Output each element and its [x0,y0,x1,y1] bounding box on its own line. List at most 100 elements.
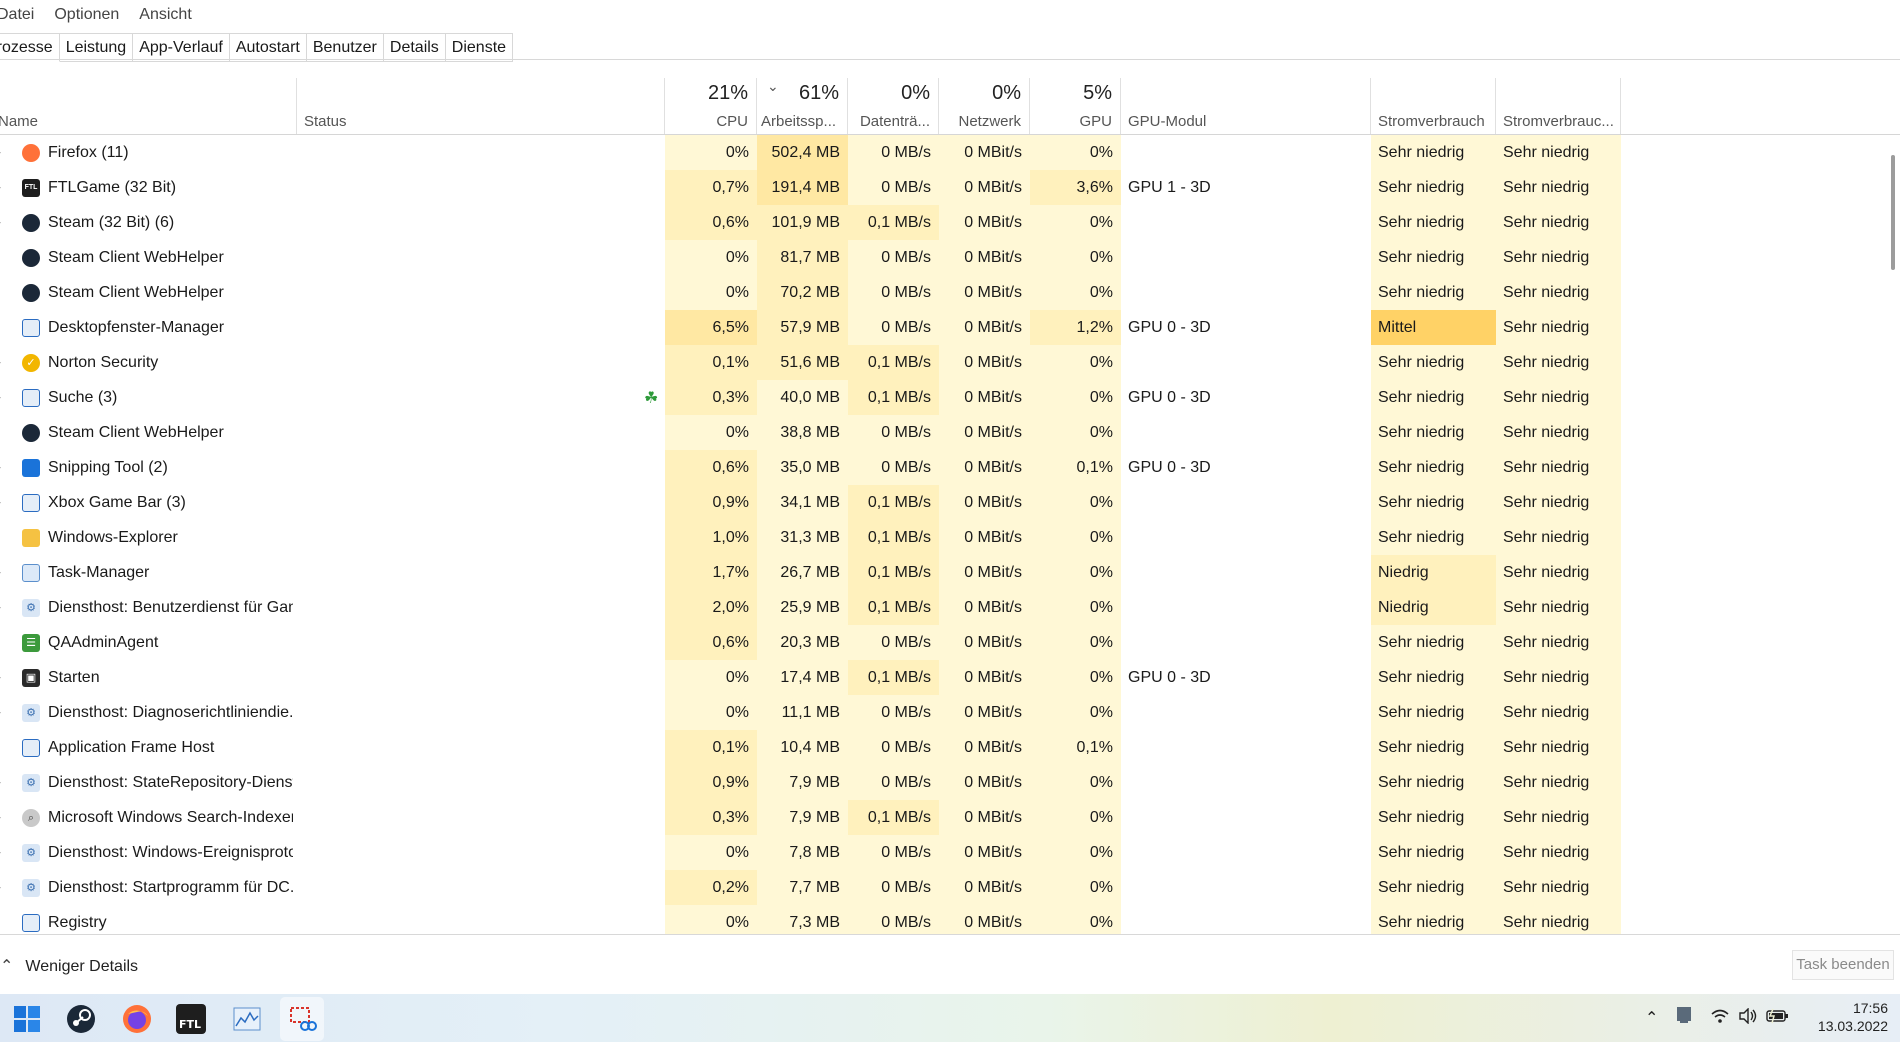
process-row[interactable]: › Task-Manager 1,7%26,7 MB0,1 MB/s0 MBit/s… [0,555,1621,590]
power-cell: Sehr niedrig [1371,625,1496,660]
process-row[interactable]: ›Steam (32 Bit) (6)0,6%101,9 MB0,1 MB/s0… [0,205,1621,240]
gpu-engine-cell [1121,485,1371,520]
process-row[interactable]: › ⚙ Diensthost: Benutzerdienst für Gam... 2… [0,590,1621,625]
tab-leistung[interactable]: Leistung [59,33,134,62]
tab-app-verlauf[interactable]: App-Verlauf [133,33,230,62]
col-power[interactable]: Stromverbrauch [1371,78,1496,134]
expand-chevron-icon[interactable]: › [0,135,9,170]
power-trend-cell: Sehr niedrig [1496,485,1621,520]
process-row[interactable]: › Xbox Game Bar (3) 0,9%34,1 MB0,1 MB/s0 M… [0,485,1621,520]
end-task-button[interactable]: Task beenden [1792,950,1894,980]
process-name: Starten [48,669,100,686]
expand-chevron-icon[interactable]: › [0,485,9,520]
expand-chevron-icon[interactable]: › [0,450,9,485]
snipping-tool-taskbar-icon[interactable] [287,1004,317,1034]
menu-datei[interactable]: Datei [0,6,34,24]
process-row[interactable]: › Suche (3) ☘ 0,3%40,0 MB0,1 MB/s0 MBit/s0%… [0,380,1621,415]
power-trend-cell: Sehr niedrig [1496,765,1621,800]
tab-prozesse[interactable]: Prozesse [0,33,60,62]
steam-taskbar-icon[interactable] [66,1004,96,1034]
network-cell: 0 MBit/s [939,765,1030,800]
firefox-icon [22,144,40,162]
process-name: Diensthost: Benutzerdienst für Gam... [48,599,293,616]
battery-charging-icon[interactable] [1766,1008,1790,1029]
col-power-trend[interactable]: Stromverbrauc... [1496,78,1621,134]
fewer-details-button[interactable]: ⌃ Weniger Details [0,956,138,976]
power-trend-cell: Sehr niedrig [1496,170,1621,205]
ftl-taskbar-icon[interactable]: FTL [176,1004,206,1034]
expand-chevron-icon[interactable]: › [0,765,9,800]
memory-cell: 26,7 MB [757,555,848,590]
process-row[interactable]: Application Frame Host 0,1% 10,4 MB 0 MB/s 0… [0,730,1621,765]
menu-optionen[interactable]: Optionen [54,6,119,24]
col-cpu[interactable]: 21% CPU [665,78,757,134]
process-row[interactable]: › ⚙ Diensthost: Windows-Ereignisproto... 0%… [0,835,1621,870]
col-power-label: Stromverbrauch [1378,113,1485,130]
clock-time: 17:56 [1852,1000,1888,1016]
memory-cell: 7,7 MB [757,870,848,905]
process-name: Diensthost: Startprogramm für DC... [48,879,293,896]
expand-chevron-icon[interactable]: › [0,170,9,205]
tab-autostart[interactable]: Autostart [229,33,307,62]
col-network[interactable]: 0% Netzwerk [939,78,1030,134]
process-row[interactable]: Steam Client WebHelper 0% 81,7 MB 0 MB/s 0 M… [0,240,1621,275]
tray-overflow-chevron-icon[interactable]: ⌃ [1645,1008,1658,1028]
process-row[interactable]: Registry 0% 7,3 MB 0 MB/s 0 MBit/s 0% Sehr nie… [0,905,1621,935]
process-row[interactable]: Desktopfenster-Manager 6,5% 57,9 MB 0 MB/s 0… [0,310,1621,345]
process-row[interactable]: Windows-Explorer 1,0% 31,3 MB 0,1 MB/s 0 MBi… [0,520,1621,555]
clock[interactable]: 17:56 13.03.2022 [1800,999,1888,1035]
process-row[interactable]: › FTL FTLGame (32 Bit) 0,7%191,4 MB0 MB/s0 … [0,170,1621,205]
power-trend-cell: Sehr niedrig [1496,310,1621,345]
process-row[interactable]: › ⚙ Diensthost: Diagnoserichtliniendie... 0… [0,695,1621,730]
vertical-scrollbar[interactable] [1887,135,1900,935]
col-gpu[interactable]: 5% GPU [1030,78,1121,134]
memory-cell: 31,3 MB [757,520,848,555]
gpu-cell: 0% [1030,870,1121,905]
process-row[interactable]: › ⌕ Microsoft Windows Search-Indexer... 0,3… [0,800,1621,835]
expand-chevron-icon[interactable]: › [0,345,9,380]
process-row[interactable]: › Snipping Tool (2) 0,6%35,0 MB0 MB/s0 MBi… [0,450,1621,485]
tray-app-icon[interactable] [1676,1006,1692,1029]
col-status[interactable]: Status [297,78,665,134]
windows-start-icon[interactable] [12,1004,42,1034]
expand-chevron-icon[interactable]: › [0,695,9,730]
power-trend-cell: Sehr niedrig [1496,870,1621,905]
process-row[interactable]: Steam Client WebHelper 0% 38,8 MB 0 MB/s 0 M… [0,415,1621,450]
col-disk[interactable]: 0% Datenträ... [848,78,939,134]
expand-chevron-icon[interactable]: › [0,800,9,835]
task-manager-taskbar-icon[interactable] [232,1004,262,1034]
tab-benutzer[interactable]: Benutzer [306,33,384,62]
process-row[interactable]: › ⚙ Diensthost: Startprogramm für DC... 0,2… [0,870,1621,905]
process-row[interactable]: ☰ QAAdminAgent 0,6% 20,3 MB 0 MB/s 0 MBit/s 0%… [0,625,1621,660]
taskmanager-icon [22,564,40,582]
tab-dienste[interactable]: Dienste [445,33,514,62]
tab-details[interactable]: Details [383,33,446,62]
expand-chevron-icon[interactable]: › [0,870,9,905]
col-gpu-engine[interactable]: GPU-Modul [1121,78,1371,134]
process-row[interactable]: ›Firefox (11)0%502,4 MB0 MB/s0 MBit/s0%S… [0,135,1621,170]
expand-chevron-icon[interactable]: › [0,380,9,415]
expand-chevron-icon[interactable]: › [0,590,9,625]
cpu-cell: 0,1% [665,345,757,380]
expand-chevron-icon[interactable]: › [0,835,9,870]
process-row[interactable]: ›▣Starten0%17,4 MB0,1 MB/s0 MBit/s0%GPU … [0,660,1621,695]
gpu-engine-cell [1121,870,1371,905]
network-cell: 0 MBit/s [939,240,1030,275]
process-row[interactable]: › ✓ Norton Security 0,1%51,6 MB0,1 MB/s0 MB… [0,345,1621,380]
scrollbar-thumb[interactable] [1891,155,1895,270]
gear-icon: ⚙ [22,774,40,792]
col-memory[interactable]: ⌄ 61% Arbeitssp... [757,78,848,134]
power-cell: Sehr niedrig [1371,380,1496,415]
menu-ansicht[interactable]: Ansicht [139,6,191,24]
expand-chevron-icon[interactable]: › [0,205,9,240]
col-name[interactable]: Name [0,78,297,134]
process-row[interactable]: Steam Client WebHelper 0% 70,2 MB 0 MB/s 0 M… [0,275,1621,310]
firefox-taskbar-icon[interactable] [122,1004,152,1034]
process-row[interactable]: › ⚙ Diensthost: StateRepository-Dienst 0,9%… [0,765,1621,800]
wifi-icon[interactable] [1710,1008,1730,1029]
expand-chevron-icon[interactable]: › [0,660,9,695]
volume-icon[interactable] [1738,1007,1758,1029]
expand-chevron-icon[interactable]: › [0,555,9,590]
cpu-cell: 0% [665,660,757,695]
disk-cell: 0 MB/s [848,240,939,275]
